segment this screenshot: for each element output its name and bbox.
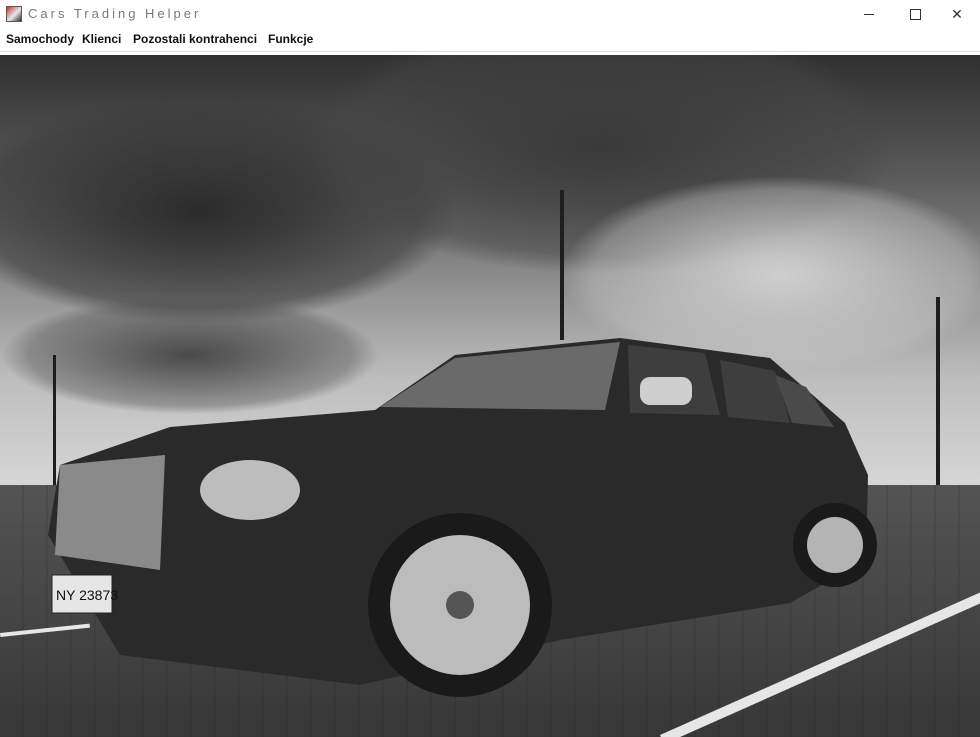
- minimize-button[interactable]: [846, 0, 892, 29]
- menu-klienci[interactable]: Klienci: [82, 32, 121, 46]
- menu-funkcje[interactable]: Funkcje: [268, 32, 313, 46]
- menu-samochody[interactable]: Samochody: [6, 32, 74, 46]
- license-plate-text: NY 23873: [56, 587, 118, 603]
- headlight: [200, 460, 300, 520]
- title-bar: Cars Trading Helper ✕: [0, 0, 980, 29]
- grille: [55, 455, 165, 570]
- menu-pozostali-kontrahenci[interactable]: Pozostali kontrahenci: [133, 32, 257, 46]
- app-icon: [6, 6, 22, 22]
- minimize-icon: [864, 14, 874, 15]
- window-title: Cars Trading Helper: [28, 6, 202, 21]
- car-photo: NY 23873: [0, 55, 980, 737]
- close-button[interactable]: ✕: [934, 0, 980, 29]
- maximize-icon: [909, 9, 921, 20]
- maximize-button[interactable]: [892, 0, 938, 29]
- car: NY 23873: [48, 338, 877, 697]
- rear-wheel: [807, 517, 863, 573]
- close-icon: ✕: [951, 6, 963, 22]
- side-mirror: [640, 377, 692, 405]
- menu-bar: Samochody Klienci Pozostali kontrahenci …: [0, 29, 980, 52]
